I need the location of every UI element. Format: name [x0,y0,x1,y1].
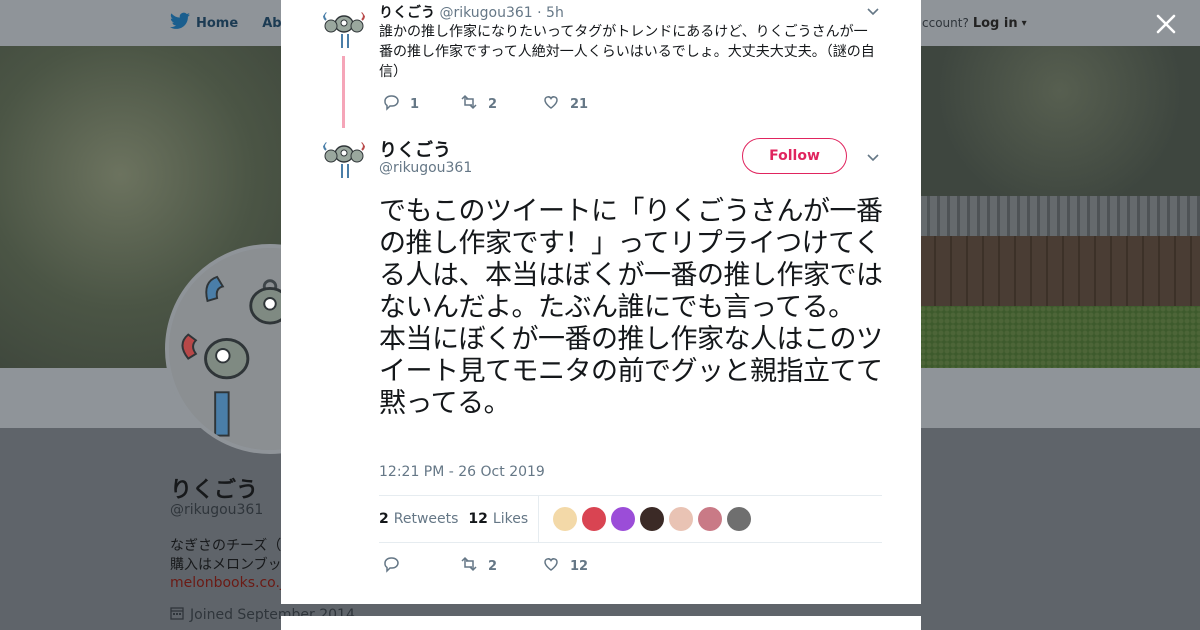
retweet-button[interactable]: 2 [460,93,542,115]
parent-tweet-text: 誰かの推し作家になりたいってタグがトレンドにあるけど、りくごうさんが一番の推し作… [379,24,875,80]
parent-tweet-name[interactable]: りくごう [379,5,435,21]
follow-button[interactable]: Follow [742,138,847,174]
retweet-button[interactable]: 2 [460,555,542,577]
retweets-stat-label: Retweets [393,511,459,527]
retweets-stat[interactable]: 2 Retweets [379,511,458,527]
parent-tweet-time[interactable]: · 5h [537,5,564,21]
parent-tweet-actions: 1 2 21 [382,93,588,115]
calendar-icon [170,606,184,624]
nav-home-label: Home [196,15,239,31]
close-icon[interactable] [1152,10,1180,38]
liker-avatar[interactable] [553,507,578,531]
login-link[interactable]: Log in [973,16,1018,31]
chevron-down-icon[interactable] [866,150,880,164]
like-count: 21 [570,96,589,112]
parent-tweet-handle[interactable]: @rikugou361 [439,5,532,21]
main-tweet-handle[interactable]: @rikugou361 [379,160,472,176]
profile-name: りくごう [170,478,259,503]
thread-connector-line [342,56,345,128]
like-button[interactable]: 12 [542,555,588,577]
account-prompt-text: ccount? [922,16,969,30]
liker-avatar[interactable] [611,507,636,531]
caret-down-icon: ▾ [1021,17,1027,29]
main-tweet-timestamp[interactable]: 12:21 PM - 26 Oct 2019 [379,464,545,480]
like-button[interactable]: 21 [542,93,588,115]
retweet-count: 2 [488,558,498,574]
main-tweet-text: でもこのツイートに「りくごうさんが一番の推し作家です！」ってリプライつけてくる人… [379,196,883,419]
likes-stat-count: 12 [468,511,488,527]
retweets-stat-count: 2 [379,511,389,527]
profile-website-link[interactable]: melonbooks.co.jp [170,575,293,591]
heart-icon [542,93,560,115]
liker-avatar[interactable] [669,507,694,531]
parent-tweet-header: りくごう @rikugou361 · 5h [379,2,564,22]
likes-stat-label: Likes [492,511,529,527]
liker-avatar[interactable] [698,507,723,531]
profile-handle: @rikugou361 [170,502,264,518]
reply-icon [382,555,400,577]
retweet-icon [460,555,478,577]
chevron-down-icon[interactable] [866,4,880,18]
twitter-bird-icon [170,12,190,34]
liker-avatar[interactable] [727,507,752,531]
reply-button[interactable] [382,555,460,577]
main-tweet-avatar[interactable] [320,134,368,182]
like-count: 12 [570,558,589,574]
reply-count: 1 [410,96,420,112]
reply-button[interactable]: 1 [382,93,460,115]
liker-avatars [553,507,752,531]
likes-stat[interactable]: 12 Likes [468,511,528,527]
reply-icon [382,93,400,115]
modal-next-section [281,616,921,630]
parent-tweet-avatar[interactable] [320,4,368,52]
liker-avatar[interactable] [640,507,665,531]
profile-bio-line: 購入はメロンブッ [170,557,282,573]
retweet-count: 2 [488,96,498,112]
profile-bio-line: なぎさのチーズ（ [170,538,282,554]
stats-divider [538,495,540,543]
retweet-icon [460,93,478,115]
main-tweet-actions: 2 12 [382,555,588,577]
liker-avatar[interactable] [582,507,607,531]
tweet-stats: 2 Retweets 12 Likes [379,495,882,543]
nav-home-link[interactable]: Home [170,12,238,34]
heart-icon [542,555,560,577]
main-tweet-name[interactable]: りくごう [379,136,451,162]
